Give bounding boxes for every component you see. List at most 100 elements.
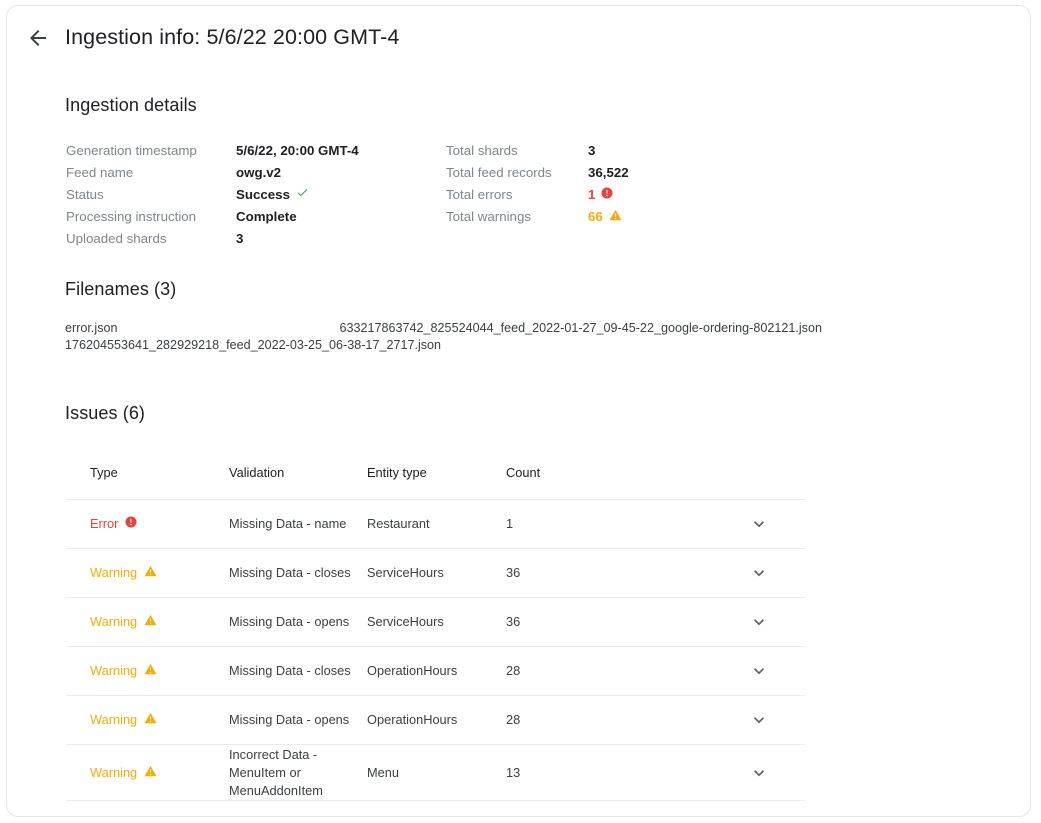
detail-label: Total errors <box>446 187 513 202</box>
detail-value: 1 <box>588 184 613 206</box>
column-header-entity-type[interactable]: Entity type <box>367 465 506 480</box>
filenames-heading: Filenames (3) <box>65 279 177 299</box>
status-text: Success <box>236 187 290 202</box>
column-header-validation[interactable]: Validation <box>229 465 367 480</box>
detail-row-total-feed-records: Total feed records 36,522 <box>446 162 629 184</box>
total-errors-count: 1 <box>588 187 596 202</box>
table-row[interactable]: Warning Incorrect Data - MenuItem or Men… <box>66 745 805 801</box>
ingestion-info-card: Ingestion info: 5/6/22 20:00 GMT-4 Inges… <box>6 5 1031 817</box>
page-title: Ingestion info: 5/6/22 20:00 GMT-4 <box>65 25 400 49</box>
chevron-down-icon <box>753 521 764 528</box>
detail-value: 36,522 <box>588 165 629 180</box>
expand-row-button[interactable] <box>736 710 781 730</box>
issue-type-label: Warning <box>90 712 138 727</box>
issue-entity-type: OperationHours <box>367 663 458 678</box>
detail-row-total-shards: Total shards 3 <box>446 140 629 162</box>
warning-icon <box>144 712 157 727</box>
chevron-down-icon <box>753 619 764 626</box>
warning-icon <box>144 663 157 678</box>
issue-count: 1 <box>506 516 514 531</box>
status-badge: Warning <box>90 565 157 580</box>
issue-count: 36 <box>506 614 521 629</box>
detail-label: Total warnings <box>446 209 531 224</box>
detail-row-status: Status Success <box>66 184 359 206</box>
issue-count: 28 <box>506 712 521 727</box>
back-button[interactable] <box>21 21 55 55</box>
chevron-down-icon <box>753 769 764 776</box>
issue-validation: Missing Data - opens <box>229 712 350 727</box>
warning-icon <box>144 565 157 580</box>
column-header-count[interactable]: Count <box>506 465 736 480</box>
table-row[interactable]: Error Missing Data - name Restaurant 1 <box>66 500 805 549</box>
issue-entity-type: ServiceHours <box>367 565 444 580</box>
issues-table-header: Type Validation Entity type Count <box>66 446 805 500</box>
issue-validation: Missing Data - closes <box>229 565 351 580</box>
detail-label: Total feed records <box>446 165 552 180</box>
arrow-left-icon <box>30 29 46 46</box>
page-header: Ingestion info: 5/6/22 20:00 GMT-4 <box>7 6 1030 69</box>
detail-row-feed-name: Feed name owg.v2 <box>66 162 359 184</box>
table-row[interactable]: Warning Missing Data - closes OperationH… <box>66 647 805 696</box>
issue-type-label: Error <box>90 516 119 531</box>
detail-label: Processing instruction <box>66 209 197 224</box>
details-column-left: Generation timestamp 5/6/22, 20:00 GMT-4… <box>66 140 359 250</box>
chevron-down-icon <box>753 717 764 724</box>
warning-icon <box>144 765 157 780</box>
issue-entity-type: Restaurant <box>367 516 430 531</box>
details-column-right: Total shards 3 Total feed records 36,522… <box>446 140 629 228</box>
expand-row-button[interactable] <box>736 563 781 583</box>
warning-icon <box>609 206 622 228</box>
chevron-down-icon <box>753 570 764 577</box>
issue-type-cell: Warning <box>90 564 229 582</box>
detail-value: owg.v2 <box>236 165 282 180</box>
issue-type-cell: Warning <box>90 711 229 729</box>
check-icon <box>296 184 309 206</box>
chevron-down-icon <box>753 668 764 675</box>
issue-count: 13 <box>506 764 521 780</box>
status-badge: Warning <box>90 765 157 780</box>
detail-value: Success <box>236 184 309 206</box>
detail-value: 5/6/22, 20:00 GMT-4 <box>236 143 359 158</box>
detail-row-total-warnings: Total warnings 66 <box>446 206 629 228</box>
issue-type-label: Warning <box>90 565 138 580</box>
expand-row-button[interactable] <box>736 612 781 632</box>
expand-row-button[interactable] <box>736 661 781 681</box>
issue-type-cell: Error <box>90 515 229 533</box>
detail-row-generation-timestamp: Generation timestamp 5/6/22, 20:00 GMT-4 <box>66 140 359 162</box>
detail-label: Status <box>66 187 104 202</box>
issue-entity-type: OperationHours <box>367 712 458 727</box>
detail-value: 66 <box>588 206 622 228</box>
filenames-list: error.json 633217863742_825524044_feed_20… <box>65 320 965 353</box>
issue-count: 28 <box>506 663 521 678</box>
table-row[interactable]: Warning Missing Data - opens ServiceHour… <box>66 598 805 647</box>
issue-validation: Incorrect Data - MenuItem or MenuAddonIt… <box>229 746 323 798</box>
detail-label: Uploaded shards <box>66 231 167 246</box>
detail-value: 3 <box>588 143 596 158</box>
expand-row-button[interactable] <box>736 514 781 534</box>
status-badge: Warning <box>90 712 157 727</box>
expand-row-button[interactable] <box>736 763 781 783</box>
table-row[interactable]: Warning Missing Data - opens OperationHo… <box>66 696 805 745</box>
filename-item: error.json <box>65 321 118 335</box>
issue-validation: Missing Data - opens <box>229 614 350 629</box>
issue-count: 36 <box>506 565 521 580</box>
issue-type-cell: Warning <box>90 662 229 680</box>
issue-entity-type: ServiceHours <box>367 614 444 629</box>
table-row[interactable]: Warning Missing Data - closes ServiceHou… <box>66 549 805 598</box>
detail-row-total-errors: Total errors 1 <box>446 184 629 206</box>
error-icon <box>601 184 613 206</box>
issue-type-label: Warning <box>90 764 138 780</box>
detail-row-processing-instruction: Processing instruction Complete <box>66 206 359 228</box>
column-header-type[interactable]: Type <box>90 465 229 480</box>
issue-type-cell: Warning <box>90 613 229 631</box>
status-badge: Error <box>90 516 137 531</box>
issue-type-cell: Warning <box>90 764 229 782</box>
status-badge: Warning <box>90 663 157 678</box>
issue-type-label: Warning <box>90 663 138 678</box>
error-icon <box>125 516 137 531</box>
status-badge: Warning <box>90 614 157 629</box>
detail-row-uploaded-shards: Uploaded shards 3 <box>66 228 359 250</box>
filename-item: 176204553641_282929218_feed_2022-03-25_0… <box>65 337 442 352</box>
issues-table: Type Validation Entity type Count Error <box>66 446 805 801</box>
issues-heading: Issues (6) <box>65 403 146 423</box>
